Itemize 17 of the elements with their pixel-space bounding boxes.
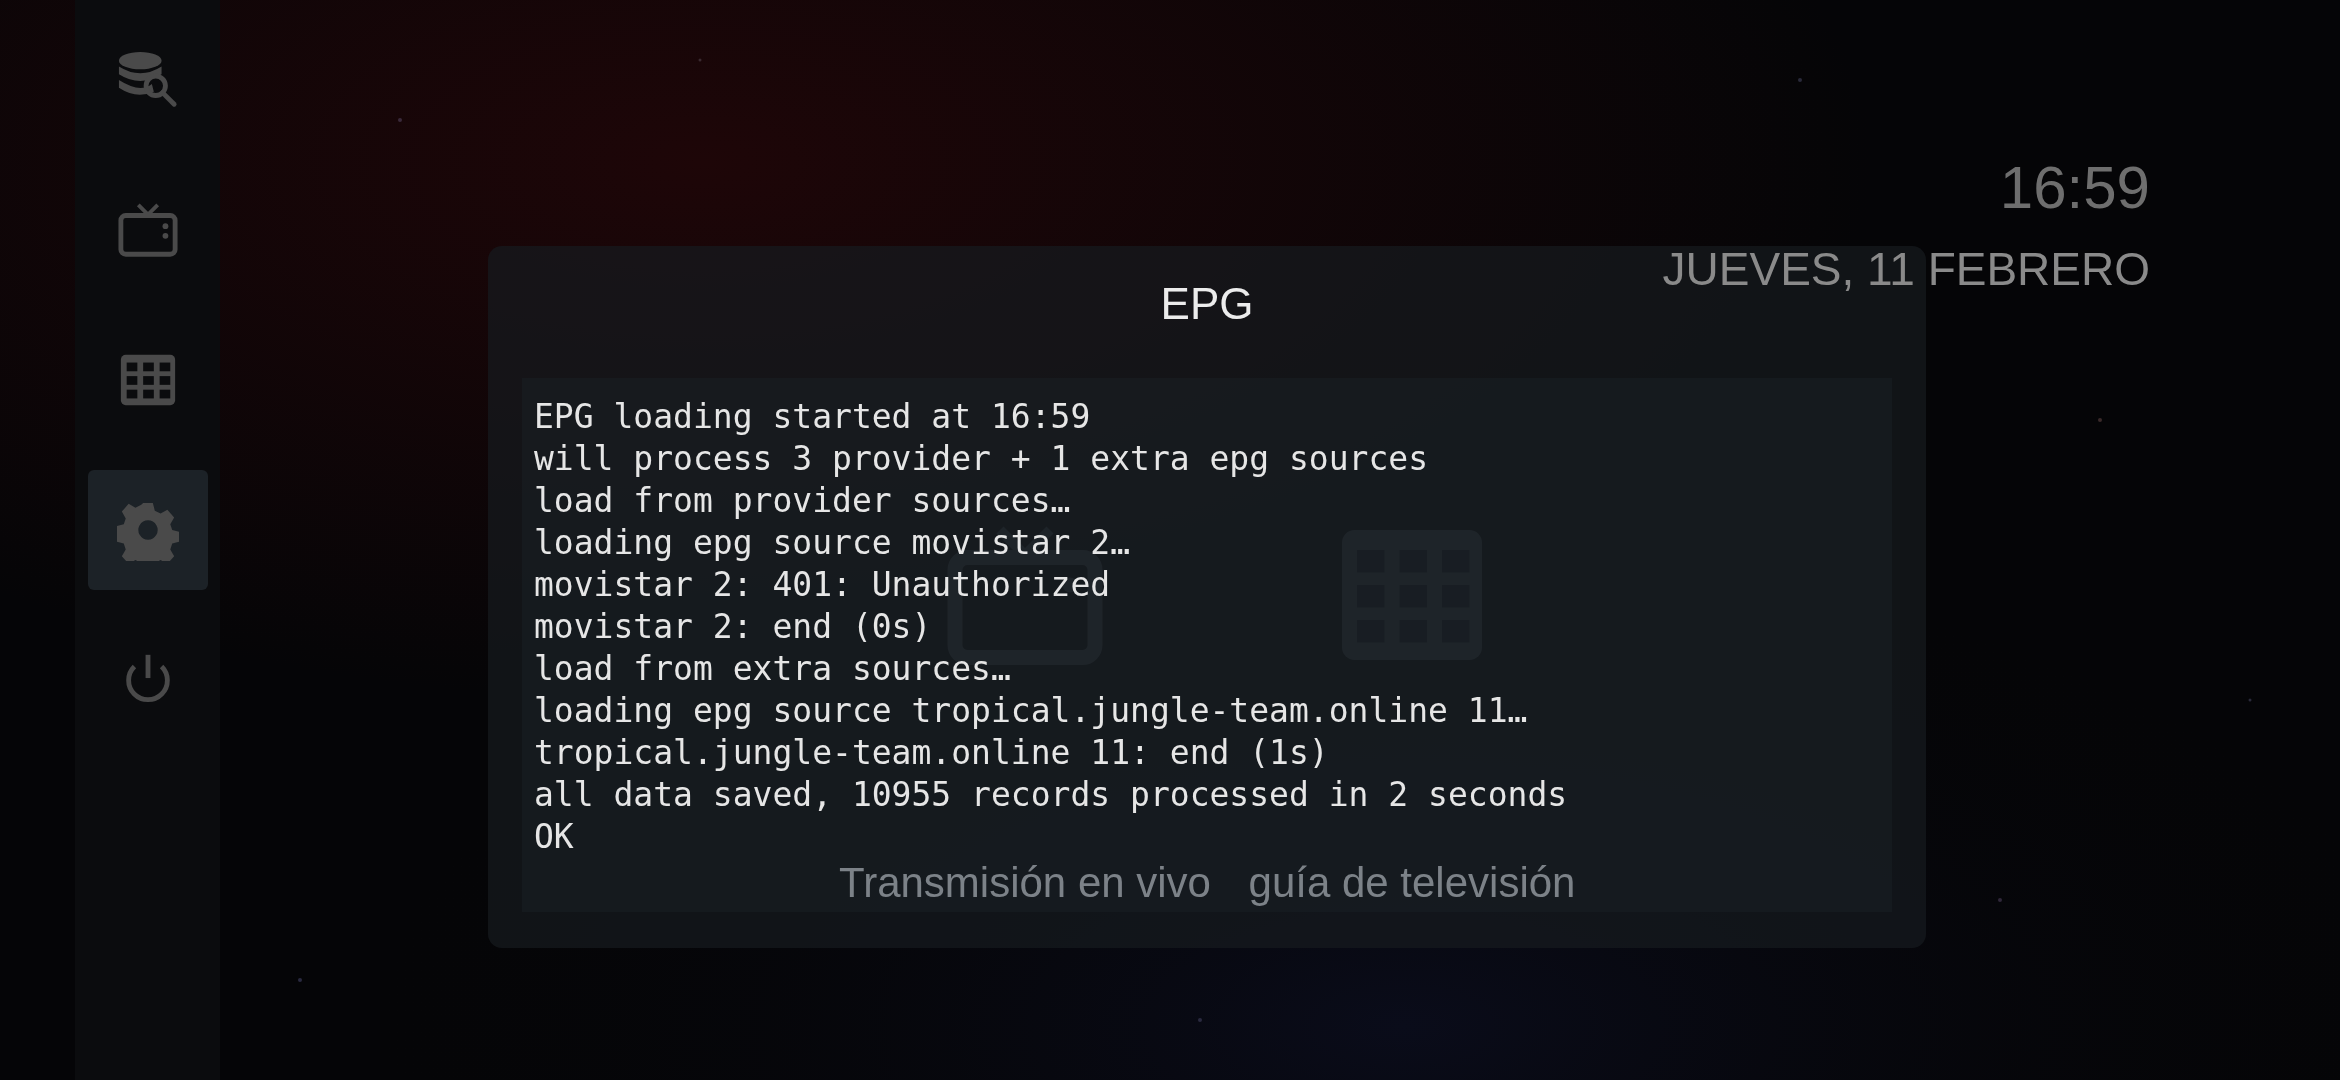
log-line: loading epg source tropical.jungle-team.online 11…: [534, 690, 1528, 732]
log-line: EPG loading started at 16:59: [534, 396, 1091, 438]
sidebar-item[interactable]: [87, 470, 208, 590]
log-line: OK: [534, 816, 574, 858]
log-line: will process 3 provider + 1 extra epg sources: [534, 438, 1429, 480]
log-line: loading epg source movistar 2…: [534, 522, 1131, 564]
log-line: all data saved, 10955 records processed in 2 seconds: [534, 774, 1568, 816]
log-line: tropical.jungle-team.online 11: end (1s): [534, 732, 1329, 774]
log-line: load from provider sources…: [534, 480, 1071, 522]
log-line: movistar 2: 401: Unauthorized: [534, 564, 1111, 606]
clock-time: 16:59: [1999, 153, 2150, 223]
tile-label: guía de televisión: [1248, 861, 1576, 905]
log-line: load from extra sources…: [534, 648, 1011, 690]
log-line: movistar 2: end (0s): [534, 606, 932, 648]
dialog-title: EPG: [1160, 278, 1254, 330]
clock-date: JUEVES, 11 FEBRERO: [1662, 242, 2150, 297]
tile-label: Transmisión en vivo: [839, 861, 1211, 905]
